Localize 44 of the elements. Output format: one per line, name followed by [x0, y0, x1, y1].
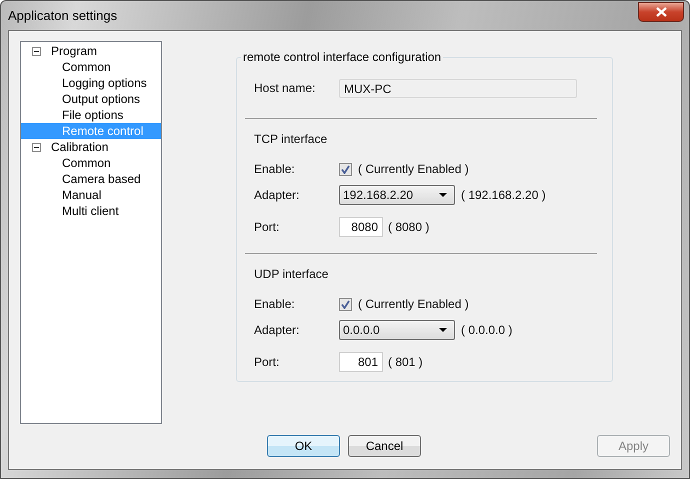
tree-item[interactable]: Common — [21, 155, 161, 171]
tree-item[interactable]: Common — [21, 59, 161, 75]
field-label: Enable: — [254, 297, 296, 311]
adapter-reading: ( 0.0.0.0 ) — [461, 323, 512, 337]
field-label: Enable: — [254, 162, 296, 176]
close-button[interactable] — [638, 2, 684, 22]
field-label: Adapter: — [254, 323, 300, 337]
tree-item[interactable]: Manual — [21, 187, 161, 203]
dropdown-caret-icon — [439, 193, 447, 197]
tree-item[interactable]: Program — [21, 43, 161, 59]
host-name-field[interactable]: MUX-PC — [339, 78, 577, 98]
field-label: Port: — [254, 355, 280, 369]
adapter-dropdown[interactable]: 0.0.0.0 — [339, 320, 455, 340]
collapse-icon[interactable] — [32, 142, 41, 152]
section-title: UDP interface — [253, 266, 330, 282]
tree-item[interactable]: Logging options — [21, 75, 161, 91]
adapter-dropdown[interactable]: 192.168.2.20 — [339, 185, 455, 205]
status-text: ( Currently Enabled ) — [358, 297, 469, 311]
window-title: Applicaton settings — [8, 8, 118, 23]
dialog-button[interactable]: Cancel — [348, 435, 421, 457]
port-reading: ( 8080 ) — [388, 220, 430, 234]
collapse-icon[interactable] — [32, 46, 41, 56]
dialog-button[interactable]: OK — [267, 435, 340, 457]
group-title: remote control interface configuration — [242, 50, 442, 64]
port-reading: ( 801 ) — [388, 355, 423, 369]
check-icon — [341, 164, 350, 174]
tree-item[interactable]: File options — [21, 107, 161, 123]
dropdown-caret-icon — [439, 328, 447, 332]
adapter-reading: ( 192.168.2.20 ) — [461, 188, 546, 202]
checkbox[interactable] — [339, 298, 352, 310]
port-field[interactable]: 801 — [339, 352, 383, 372]
section-title: TCP interface — [253, 131, 328, 147]
tree-item[interactable]: Camera based — [21, 171, 161, 187]
status-text: ( Currently Enabled ) — [358, 162, 469, 176]
checkbox[interactable] — [339, 162, 352, 176]
field-label: Port: — [254, 220, 280, 234]
port-field[interactable]: 8080 — [339, 217, 383, 237]
tree-item[interactable]: Calibration — [21, 139, 161, 155]
close-icon — [656, 6, 666, 16]
tree-item[interactable]: Output options — [21, 91, 161, 107]
field-label: Adapter: — [254, 188, 300, 202]
check-icon — [341, 300, 350, 308]
tree-item[interactable]: Multi client — [21, 203, 161, 219]
field-label: Host name: — [254, 81, 316, 95]
